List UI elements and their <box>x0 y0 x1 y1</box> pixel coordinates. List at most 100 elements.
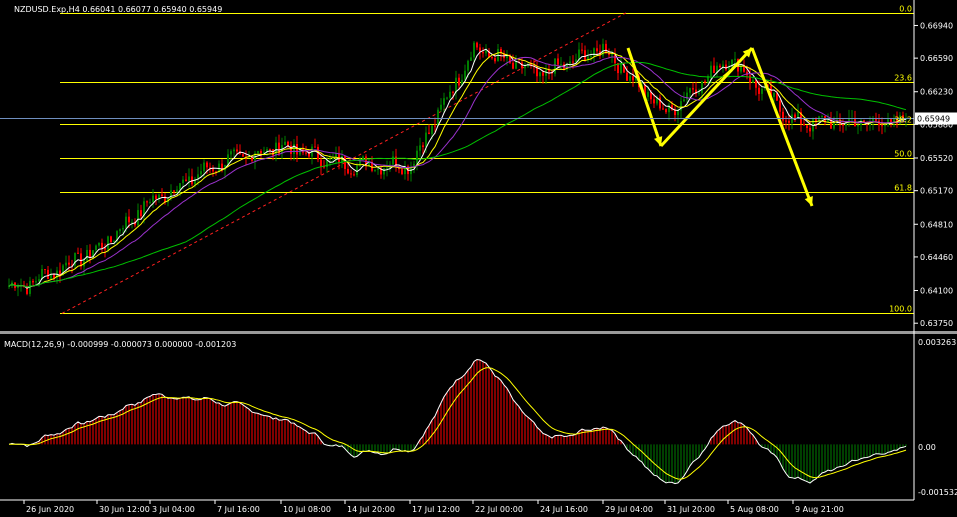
fib-level-label: 0.0 <box>899 5 912 14</box>
arrow-up[interactable] <box>659 46 754 148</box>
bull-candle <box>119 228 121 235</box>
bear-candle <box>101 238 103 253</box>
macd-axis-labels: 0.003263 0.00 -0.001532 <box>918 338 957 497</box>
bull-candle <box>455 70 457 100</box>
time-tick-label: 5 Aug 08:00 <box>730 505 779 514</box>
candlestick-series <box>8 38 907 297</box>
price-tick-label: 0.65520 <box>920 154 953 163</box>
bear-candle <box>614 48 616 72</box>
fib-level-label: 50.0 <box>894 150 912 159</box>
bull-candle <box>74 252 76 269</box>
trading-chart[interactable]: 0.65949 NZDUSD.Exp,H4 0.66041 0.66077 0.… <box>0 0 957 517</box>
bull-candle <box>233 147 235 158</box>
bear-candle <box>380 165 382 179</box>
bear-candle <box>110 235 112 244</box>
bear-candle <box>26 283 28 296</box>
bear-candle <box>353 171 355 177</box>
bull-candle <box>761 85 763 101</box>
bull-candle <box>545 64 547 84</box>
bull-candle <box>602 38 604 58</box>
bull-candle <box>8 278 10 289</box>
fib-level-label: 100.0 <box>889 305 912 314</box>
bear-candle <box>584 45 586 62</box>
bear-candle <box>626 65 628 82</box>
bull-candle <box>416 145 418 171</box>
forecast-arrows[interactable] <box>626 46 814 207</box>
bear-candle <box>80 248 82 270</box>
bear-candle <box>749 67 751 90</box>
bear-candle <box>365 154 367 171</box>
bear-candle <box>191 168 193 187</box>
bear-candle <box>536 60 538 83</box>
bull-candle <box>149 198 151 205</box>
bear-candle <box>617 62 619 81</box>
time-tick-label: 30 Jun 12:00 <box>99 505 150 514</box>
arrow-down-2[interactable] <box>750 47 814 207</box>
bear-candle <box>14 282 16 291</box>
time-tick-label: 17 Jul 12:00 <box>412 505 460 514</box>
bull-candle <box>284 135 286 146</box>
bull-candle <box>470 51 472 61</box>
bear-candle <box>881 117 883 135</box>
bear-candle <box>800 108 802 132</box>
price-tick-label: 0.66590 <box>920 54 953 63</box>
bear-candle <box>599 44 601 60</box>
bull-candle <box>449 85 451 99</box>
bull-candle <box>620 55 622 75</box>
bear-candle <box>665 108 667 114</box>
bull-candle <box>668 102 670 121</box>
bull-candle <box>116 230 118 244</box>
bear-candle <box>104 243 106 258</box>
bull-candle <box>137 203 139 228</box>
bear-candle <box>59 262 61 283</box>
bull-candle <box>593 47 595 63</box>
moving-averages <box>8 48 907 289</box>
macd-histogram <box>11 359 907 484</box>
main-price-panel[interactable]: 0.65949 NZDUSD.Exp,H4 0.66041 0.66077 0.… <box>0 5 957 329</box>
bull-candle <box>404 160 406 180</box>
bear-candle <box>185 173 187 182</box>
bull-candle <box>473 40 475 63</box>
macd-panel[interactable]: MACD(12,26,9) -0.000999 -0.000073 0.0000… <box>4 338 957 497</box>
bear-candle <box>794 112 796 123</box>
bull-candle <box>419 137 421 157</box>
bull-candle <box>200 163 202 178</box>
bear-candle <box>77 247 79 254</box>
bear-candle <box>239 144 241 155</box>
bear-candle <box>278 134 280 157</box>
panel-divider[interactable] <box>0 331 957 334</box>
bear-candle <box>500 47 502 62</box>
price-tick-label: 0.65880 <box>920 120 953 129</box>
time-tick-label: 26 Jun 2020 <box>26 505 74 514</box>
macd-tick-label: 0.00 <box>918 443 936 452</box>
bull-candle <box>515 55 517 70</box>
time-tick-label: 3 Jul 04:00 <box>152 505 195 514</box>
price-tick-label: 0.65170 <box>920 187 953 196</box>
time-tick-label: 14 Jul 20:00 <box>347 505 395 514</box>
bull-candle <box>857 124 859 135</box>
bear-candle <box>695 81 697 97</box>
bear-candle <box>476 41 478 51</box>
bull-candle <box>383 167 385 180</box>
bull-candle <box>734 51 736 65</box>
price-tick-label: 0.66940 <box>920 21 953 30</box>
bear-candle <box>659 94 661 111</box>
macd-tick-label: -0.001532 <box>918 488 957 497</box>
bull-candle <box>440 98 442 113</box>
bear-candle <box>548 63 550 80</box>
bull-candle <box>560 56 562 70</box>
time-tick-label: 22 Jul 00:00 <box>475 505 523 514</box>
bear-candle <box>491 56 493 60</box>
bull-candle <box>311 144 313 165</box>
price-tick-label: 0.64810 <box>920 220 953 229</box>
bear-candle <box>260 149 262 158</box>
price-tick-label: 0.63750 <box>920 319 953 328</box>
bull-candle <box>254 150 256 170</box>
bull-candle <box>884 124 886 133</box>
bear-candle <box>719 63 721 69</box>
bull-candle <box>152 189 154 208</box>
bear-candle <box>596 40 598 55</box>
bear-candle <box>755 79 757 96</box>
bull-candle <box>716 62 718 78</box>
bull-candle <box>887 112 889 127</box>
